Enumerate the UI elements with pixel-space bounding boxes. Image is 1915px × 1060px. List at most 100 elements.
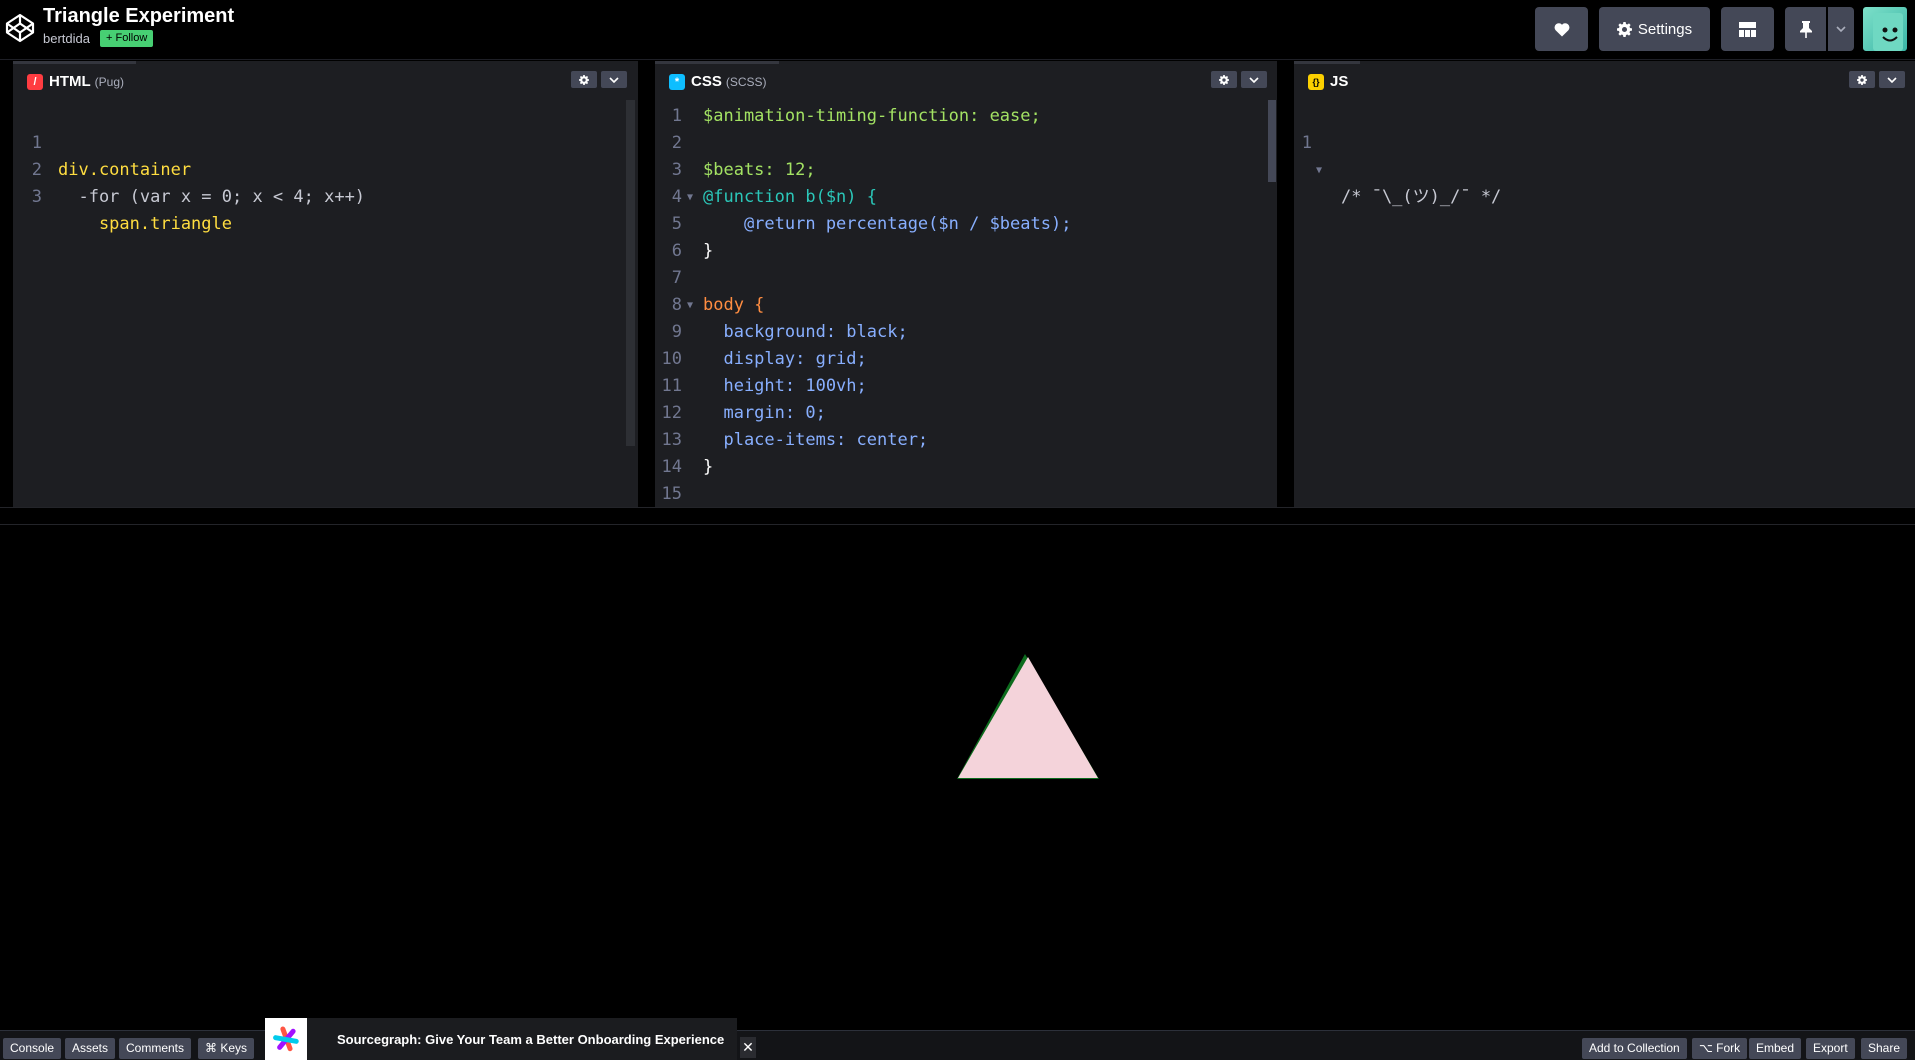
html-editor-tools [571,71,627,88]
tab-css-label: CSS [691,73,722,90]
editor-preview-resizer[interactable] [0,507,1915,525]
code-text: body { [703,295,765,315]
pen-title[interactable]: Triangle Experiment [43,5,234,28]
html-css-divider[interactable] [638,61,655,507]
chevron-down-icon [1836,25,1846,32]
tab-js[interactable]: {} JS [1294,61,1361,99]
fork-button[interactable]: ⌥ Fork [1692,1038,1748,1059]
html-lang-icon: / [27,73,43,90]
code-text: @function b($n) { [703,187,877,207]
css-editor-panel: * CSS (SCSS) 1 $animation-timing-function… [655,61,1277,507]
line-number: 7 [671,268,682,288]
js-editor-tools [1849,71,1905,88]
line-number: 3 [31,187,42,207]
gear-icon [1616,21,1632,37]
code-line: 12 margin: 0; [655,400,1277,427]
fold-arrow-icon[interactable]: ▼ [687,292,693,319]
tab-js-label: JS [1330,73,1349,90]
line-number: 2 [671,133,682,153]
ad-close-button[interactable]: ✕ [740,1037,756,1058]
chevron-down-icon [1249,76,1259,83]
export-button[interactable]: Export [1806,1038,1855,1059]
css-code-area[interactable]: 1 $animation-timing-function: ease; 2 3 $b… [655,99,1277,507]
html-code-area[interactable]: 1 div.container 2 -for (var x = 0; x < 4… [13,99,638,507]
code-text: } [703,457,714,477]
line-number: 14 [661,457,682,477]
comments-button[interactable]: Comments [119,1038,192,1059]
tab-html-label: HTML [49,73,91,90]
keys-button[interactable]: ⌘ Keys [198,1038,255,1059]
change-view-button[interactable] [1721,7,1774,51]
js-settings-button[interactable] [1849,71,1875,88]
chevron-down-icon [609,76,619,83]
codepen-logo-icon[interactable] [4,12,36,44]
line-number: 15 [661,484,682,504]
js-options-dropdown[interactable] [1879,71,1905,88]
code-line: 7 [655,265,1277,292]
tab-css[interactable]: * CSS (SCSS) [655,61,779,99]
line-number: 1 [1301,133,1312,153]
tab-css-preprocessor: (SCSS) [725,74,767,89]
line-number: 12 [661,403,682,423]
add-to-collection-button[interactable]: Add to Collection [1582,1038,1687,1059]
console-button[interactable]: Console [3,1038,62,1059]
code-line: 11 height: 100vh; [655,373,1277,400]
css-tabbar: * CSS (SCSS) [655,61,1277,99]
top-header: Triangle Experiment bertdida + Follow Se… [0,0,1915,60]
code-line: 13 place-items: center; [655,427,1277,454]
html-scrollbar[interactable] [626,100,635,446]
pin-button[interactable] [1785,7,1826,51]
code-text: margin: 0; [703,403,826,423]
author-name[interactable]: bertdida [43,31,90,46]
css-options-dropdown[interactable] [1241,71,1267,88]
embed-button[interactable]: Embed [1749,1038,1802,1059]
js-tabbar: {} JS [1294,61,1915,99]
css-scrollbar[interactable] [1268,100,1276,182]
user-avatar[interactable] [1863,7,1907,51]
html-editor-panel: / HTML (Pug) 1 div.container 2 -for (var… [13,61,638,507]
left-gutter [0,61,13,507]
css-editor-tools [1211,71,1267,88]
js-code-area[interactable]: 1 ▼ /* ¯\_(ツ)_/¯ */ [1294,99,1915,507]
code-line: 3 $beats: 12; [655,157,1277,184]
sourcegraph-logo-icon [265,1018,307,1060]
line-number: 8 [671,295,682,315]
love-button[interactable] [1535,7,1588,51]
line-number: 5 [671,214,682,234]
code-line: 2 -for (var x = 0; x < 4; x++) [13,130,638,207]
line-number: 6 [671,241,682,261]
settings-label: Settings [1637,20,1693,38]
triangle-shape [958,657,1098,778]
heart-icon [1554,22,1569,36]
pin-dropdown-button[interactable] [1828,7,1854,51]
follow-button[interactable]: + Follow [100,30,154,47]
line-number: 1 [671,106,682,126]
settings-button[interactable]: Settings [1599,7,1710,51]
code-line: 9 background: black; [655,319,1277,346]
code-text: $beats: 12; [703,160,816,180]
code-text: $animation-timing-function: ease; [703,106,1041,126]
html-options-dropdown[interactable] [601,71,627,88]
sponsor-ad[interactable]: Sourcegraph: Give Your Team a Better Onb… [265,1018,737,1060]
css-js-divider[interactable] [1277,61,1294,507]
fold-arrow-icon[interactable]: ▼ [1316,157,1322,184]
js-lang-icon: {} [1308,73,1324,90]
css-settings-button[interactable] [1211,71,1237,88]
fold-arrow-icon[interactable]: ▼ [687,184,693,211]
tab-html-preprocessor: (Pug) [94,74,124,89]
code-line: 15 [655,481,1277,508]
code-line: 10 display: grid; [655,346,1277,373]
tab-html[interactable]: / HTML (Pug) [13,61,136,99]
html-tabbar: / HTML (Pug) [13,61,638,99]
share-button[interactable]: Share [1861,1038,1908,1059]
result-preview[interactable] [0,525,1915,1030]
css-lang-icon: * [669,73,685,90]
js-editor-panel: {} JS 1 ▼ /* ¯\_(ツ)_/¯ */ [1294,61,1915,507]
pin-icon [1799,20,1812,38]
html-settings-button[interactable] [571,71,597,88]
code-text: } [703,241,714,261]
code-line: 1 $animation-timing-function: ease; [655,103,1277,130]
assets-button[interactable]: Assets [65,1038,116,1059]
code-line: 4 ▼ @function b($n) { [655,184,1277,211]
code-text: /* ¯\_(ツ)_/¯ */ [1341,187,1502,207]
